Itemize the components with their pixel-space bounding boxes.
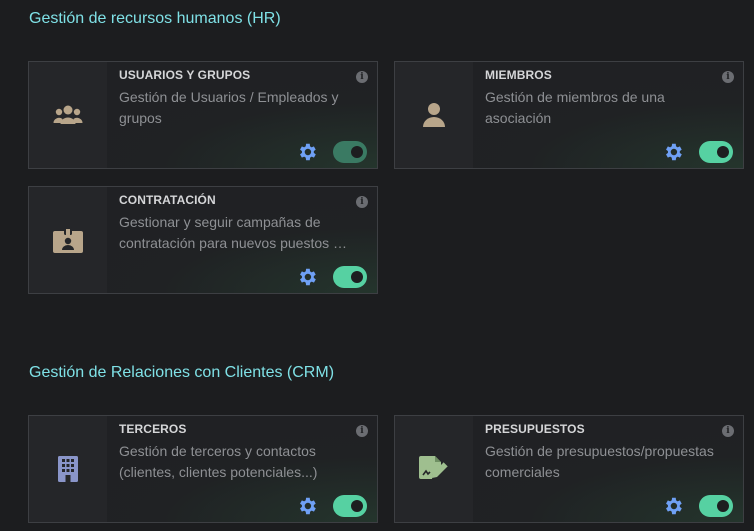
info-icon[interactable]: i <box>722 425 734 437</box>
user-icon <box>423 103 445 127</box>
module-icon-box <box>395 62 473 168</box>
module-card-proposals: PRESUPUESTOS Gestión de presupuestos/pro… <box>394 415 744 523</box>
module-description: Gestión de presupuestos/propuestas comer… <box>485 443 714 480</box>
section-title-crm: Gestión de Relaciones con Clientes (CRM) <box>29 364 335 381</box>
module-description: Gestión de miembros de una asociación <box>485 89 665 126</box>
module-icon-box <box>29 416 107 522</box>
module-title: USUARIOS Y GRUPOS <box>119 68 251 82</box>
module-icon-box <box>29 187 107 293</box>
toggle-knob <box>351 500 363 512</box>
module-card-members: MIEMBROS Gestión de miembros de una asoc… <box>394 61 744 169</box>
users-icon <box>53 105 83 124</box>
info-icon[interactable]: i <box>722 71 734 83</box>
info-icon[interactable]: i <box>356 425 368 437</box>
info-icon[interactable]: i <box>356 196 368 208</box>
module-card-recruitment: CONTRATACIÓN Gestionar y seguir campañas… <box>28 186 378 294</box>
module-title: MIEMBROS <box>485 68 552 82</box>
signed-document-icon <box>419 456 449 479</box>
building-icon <box>58 456 78 482</box>
module-title: PRESUPUESTOS <box>485 422 585 436</box>
module-toggle[interactable] <box>333 266 367 288</box>
toggle-knob <box>717 500 729 512</box>
module-icon-box <box>395 416 473 522</box>
module-toggle[interactable] <box>333 141 367 163</box>
module-toggle[interactable] <box>333 495 367 517</box>
info-icon[interactable]: i <box>356 71 368 83</box>
module-title: CONTRATACIÓN <box>119 193 216 207</box>
module-title: TERCEROS <box>119 422 187 436</box>
gear-icon[interactable] <box>296 141 318 163</box>
module-card-third-parties: TERCEROS Gestión de terceros y contactos… <box>28 415 378 523</box>
section-title-hr: Gestión de recursos humanos (HR) <box>29 10 281 27</box>
gear-icon[interactable] <box>662 141 684 163</box>
id-badge-icon <box>53 227 83 253</box>
module-icon-box <box>29 62 107 168</box>
toggle-knob <box>351 146 363 158</box>
module-description: Gestión de terceros y contactos (cliente… <box>119 443 318 480</box>
module-description: Gestionar y seguir campañas de contratac… <box>119 214 349 251</box>
gear-icon[interactable] <box>296 495 318 517</box>
toggle-knob <box>351 271 363 283</box>
gear-icon[interactable] <box>296 266 318 288</box>
module-card-users-groups: USUARIOS Y GRUPOS Gestión de Usuarios / … <box>28 61 378 169</box>
gear-icon[interactable] <box>662 495 684 517</box>
module-toggle[interactable] <box>699 141 733 163</box>
module-description: Gestión de Usuarios / Empleados y grupos <box>119 89 339 126</box>
module-toggle[interactable] <box>699 495 733 517</box>
toggle-knob <box>717 146 729 158</box>
